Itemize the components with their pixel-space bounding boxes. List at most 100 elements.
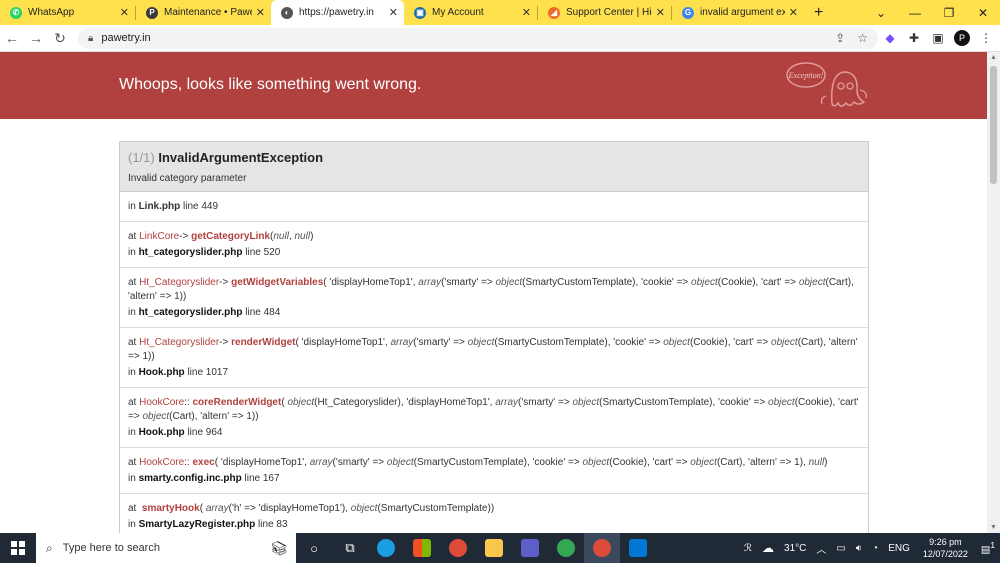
weather-icon[interactable]: ☁ <box>762 541 774 555</box>
cortana-icon[interactable]: ○ <box>296 533 332 563</box>
tab-favicon-icon: ▣ <box>414 6 426 19</box>
bookmark-star-icon[interactable]: ☆ <box>857 31 868 45</box>
tab-title: https://pawetry.in <box>299 7 374 18</box>
taskbar-search[interactable]: ⌕ Type here to search 📚︎ <box>36 533 296 563</box>
tab-favicon-icon: ◢ <box>548 6 560 19</box>
exception-count: (1/1) <box>128 150 155 165</box>
minimize-icon[interactable]: — <box>898 6 932 20</box>
exception-panel: (1/1) InvalidArgumentException Invalid c… <box>119 141 869 533</box>
vscode-icon[interactable] <box>620 533 656 563</box>
stack-frame-location: in smarty.config.inc.php line 167 <box>128 473 280 484</box>
scroll-up-icon[interactable]: ▲ <box>987 54 1000 61</box>
browser-tab[interactable]: ▣ My Account ✕ <box>404 0 537 25</box>
menu-kebab-icon[interactable]: ⋮ <box>974 31 998 45</box>
tray-chevron-icon[interactable]: ︿ <box>816 541 826 556</box>
close-window-icon[interactable]: ✕ <box>966 6 1000 20</box>
browser-tab[interactable]: ✆ WhatsApp ✕ <box>0 0 135 25</box>
tab-close-icon[interactable]: ✕ <box>120 6 129 19</box>
tab-title: My Account <box>432 7 484 18</box>
search-icon: ⌕ <box>46 540 53 555</box>
stack-trace: in Link.php line 449 at LinkCore-> getCat… <box>120 192 868 533</box>
page-scrollbar[interactable]: ▲ ▼ <box>987 52 1000 533</box>
tab-close-icon[interactable]: ✕ <box>656 6 665 19</box>
language-indicator[interactable]: ENG <box>888 543 910 554</box>
ghost-speech-text: Exception! <box>788 71 824 80</box>
browser-tab-strip: ✆ WhatsApp ✕ P Maintenance • Pawetry ✕ ◐ https:… <box>0 0 1000 25</box>
task-view-icon[interactable]: ⧉ <box>332 533 368 563</box>
tab-close-icon[interactable]: ✕ <box>789 6 798 19</box>
browser-tab[interactable]: Ginvalid argument exce ✕ <box>672 0 804 25</box>
clock[interactable]: 9:26 pm 12/07/2022 <box>923 536 968 560</box>
stack-frame-call: at Ht_Categoryslider-> renderWidget( 'di… <box>128 337 858 362</box>
stack-frame-location: in Hook.php line 1017 <box>128 367 229 378</box>
stack-frame: at HookCore:: exec( 'displayHomeTop1', a… <box>120 448 868 494</box>
windows-taskbar: ⌕ Type here to search 📚︎ ○ ⧉ ℛ ☁ 31°C ︿ … <box>0 533 1000 563</box>
stack-frame-location: in ht_categoryslider.php line 520 <box>128 247 281 258</box>
extension-icon[interactable]: ◆ <box>878 31 902 45</box>
tab-favicon-icon: G <box>682 6 694 19</box>
stack-frame-location: in ht_categoryslider.php line 484 <box>128 307 281 318</box>
tab-close-icon[interactable]: ✕ <box>256 6 265 19</box>
tab-close-icon[interactable]: ✕ <box>522 6 531 19</box>
windows-start-icon[interactable] <box>0 533 36 563</box>
chrome-profile-icon[interactable] <box>548 533 584 563</box>
tab-title: Maintenance • Pawetry <box>164 7 252 18</box>
reload-icon[interactable]: ↻ <box>48 30 72 47</box>
url-text[interactable]: pawetry.in <box>101 32 150 44</box>
system-tray: ℛ ☁ 31°C ︿ ▭ 🔉︎ ◔ ENG 9:26 pm 12/07/2022… <box>739 533 1000 563</box>
chrome-icon[interactable] <box>440 533 476 563</box>
stack-frame: in Link.php line 449 <box>120 192 868 222</box>
exception-title: (1/1) InvalidArgumentException <box>128 150 860 165</box>
stack-frame-call: at HookCore:: coreRenderWidget( object(H… <box>128 397 859 422</box>
error-header: Whoops, looks like something went wrong.… <box>0 52 987 119</box>
volume-icon[interactable]: 🔉︎ <box>856 543 862 554</box>
tab-favicon-icon: ✆ <box>10 6 22 19</box>
temperature[interactable]: 31°C <box>784 543 806 554</box>
restore-icon[interactable]: ❐ <box>932 6 966 20</box>
chrome-active-icon[interactable] <box>584 533 620 563</box>
window-controls: ⌄ — ❐ ✕ <box>864 0 1000 25</box>
tab-title: invalid argument exce <box>700 7 785 18</box>
share-icon[interactable]: ⇪ <box>835 31 845 45</box>
lock-icon[interactable]: 🔒︎ <box>88 33 93 44</box>
address-bar[interactable]: 🔒︎ pawetry.in ⇪ ☆ <box>78 27 878 49</box>
browser-tab[interactable]: ◢ Support Center | Hidd ✕ <box>538 0 671 25</box>
tab-close-icon[interactable]: ✕ <box>389 6 398 19</box>
stack-frame-location: in SmartyLazyRegister.php line 83 <box>128 519 288 530</box>
scroll-down-icon[interactable]: ▼ <box>987 524 1000 531</box>
edge-icon[interactable] <box>368 533 404 563</box>
exception-header: (1/1) InvalidArgumentException Invalid c… <box>120 142 868 192</box>
wifi-icon[interactable]: ◔ <box>872 543 878 554</box>
stack-frame: at LinkCore-> getCategoryLink(null, null… <box>120 222 868 268</box>
stack-frame-call: in Link.php line 449 <box>128 201 219 212</box>
profile-avatar[interactable]: P <box>954 30 970 46</box>
search-highlight-icon[interactable]: 📚︎ <box>270 540 288 557</box>
tab-favicon-icon: ◐ <box>281 6 293 19</box>
stack-frame: at Ht_Categoryslider-> renderWidget( 'di… <box>120 328 868 388</box>
browser-toolbar: ← → ↻ 🔒︎ pawetry.in ⇪ ☆ ◆ ✚ ▣ P ⋮ <box>0 25 1000 52</box>
forward-icon[interactable]: → <box>24 30 48 46</box>
stack-frame-call: at LinkCore-> getCategoryLink(null, null… <box>128 231 314 242</box>
new-tab-button[interactable]: + <box>804 0 833 25</box>
clock-date: 12/07/2022 <box>922 549 968 559</box>
scrollbar-thumb[interactable] <box>990 66 997 184</box>
tab-search-icon[interactable]: ⌄ <box>864 6 898 20</box>
back-icon[interactable]: ← <box>0 30 24 46</box>
notification-icon[interactable]: ▤1 <box>981 540 995 555</box>
browser-tab[interactable]: P Maintenance • Pawetry ✕ <box>136 0 271 25</box>
people-icon[interactable]: ℛ <box>744 543 752 554</box>
exception-message: Invalid category parameter <box>128 173 247 184</box>
stack-frame: at HookCore:: coreRenderWidget( object(H… <box>120 388 868 448</box>
battery-icon[interactable]: ▭ <box>836 543 845 554</box>
side-panel-icon[interactable]: ▣ <box>926 31 950 45</box>
stack-frame-location: in Hook.php line 964 <box>128 427 223 438</box>
stack-frame: at smartyHook( array('h' => 'displayHome… <box>120 494 868 533</box>
teams-icon[interactable] <box>512 533 548 563</box>
page-viewport: Whoops, looks like something went wrong.… <box>0 52 987 533</box>
browser-tab[interactable]: ◐ https://pawetry.in ✕ <box>271 0 404 25</box>
extensions-puzzle-icon[interactable]: ✚ <box>902 31 926 45</box>
clock-time: 9:26 pm <box>929 537 962 547</box>
file-explorer-icon[interactable] <box>476 533 512 563</box>
store-icon[interactable] <box>404 533 440 563</box>
taskbar-search-placeholder[interactable]: Type here to search <box>63 542 160 554</box>
